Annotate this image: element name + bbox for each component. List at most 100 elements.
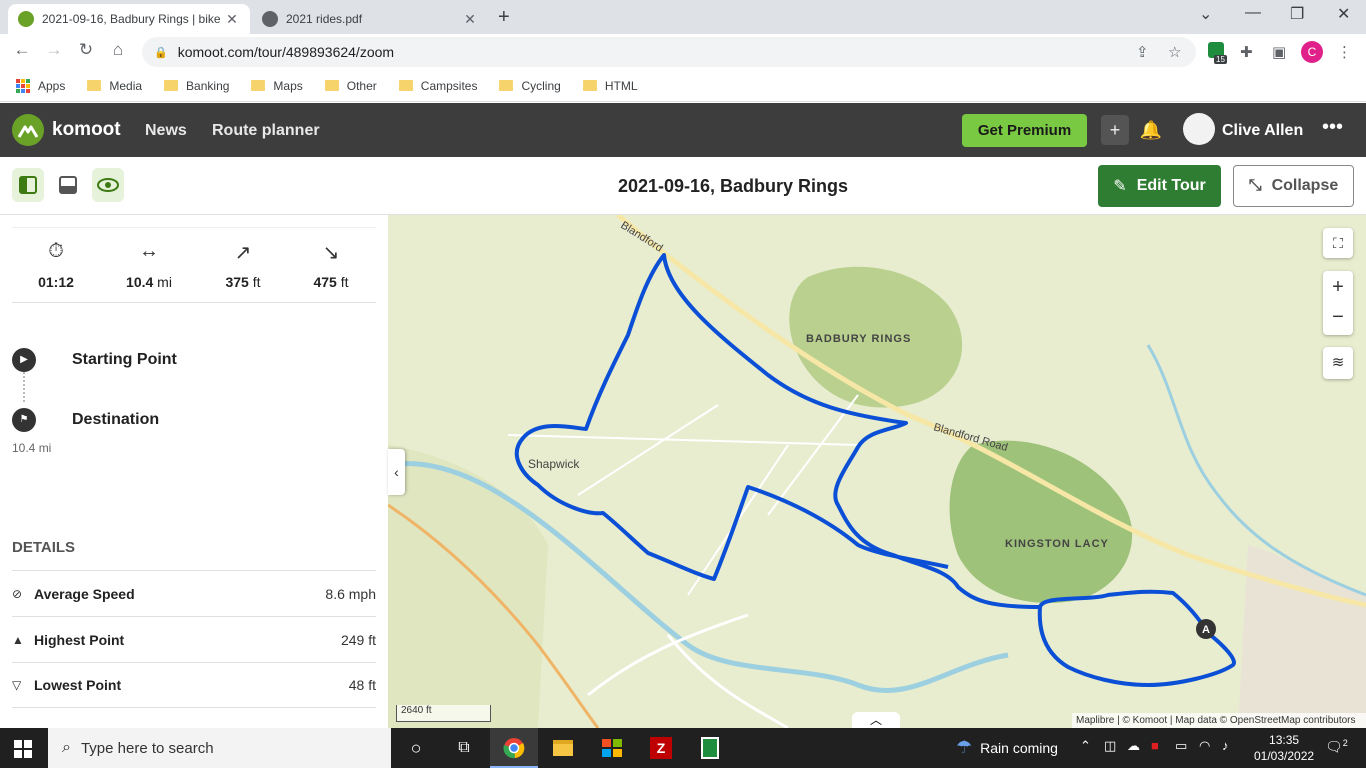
forward-icon[interactable]: → — [42, 40, 66, 60]
profile-avatar[interactable]: C — [1301, 41, 1323, 63]
taskbar-search-input[interactable]: ⌕ Type here to search — [48, 728, 391, 768]
filezilla-icon[interactable]: Z — [647, 734, 675, 762]
edit-tour-button[interactable]: ✎ Edit Tour — [1098, 165, 1221, 207]
tab-komoot[interactable]: 2021-09-16, Badbury Rings | bike ✕ — [8, 4, 250, 34]
bookmark-media[interactable]: Media — [87, 79, 142, 93]
folder-icon — [499, 80, 514, 91]
village-roads — [587, 613, 789, 728]
bookmark-maps[interactable]: Maps — [251, 79, 303, 93]
notifications-bell-icon[interactable]: 🔔 — [1137, 115, 1165, 145]
fit-bounds-icon[interactable]: ⛶ — [1323, 228, 1353, 258]
label-blandford: Blandford — [618, 219, 664, 254]
label-badbury-rings: BADBURY RINGS — [806, 333, 911, 345]
map-canvas[interactable]: A BADBURY RINGS KINGSTON LACY Shapwick B… — [388, 215, 1366, 728]
clock[interactable]: 13:35 01/03/2022 — [1254, 732, 1314, 764]
bookmark-campsites[interactable]: Campsites — [398, 79, 477, 93]
red-app-icon[interactable]: ■ — [1151, 738, 1159, 753]
file-explorer-icon[interactable] — [549, 734, 577, 762]
globe-icon — [262, 11, 278, 27]
komoot-header: komoot News Route planner Get Premium + … — [0, 103, 1366, 157]
detail-lowest-point: ▽ Lowest Point 48 ft — [12, 662, 376, 708]
finish-flag-icon: ⚑ — [12, 408, 36, 432]
user-avatar[interactable] — [1183, 113, 1215, 145]
bookmark-other[interactable]: Other — [324, 79, 377, 93]
apps-grid-icon — [16, 78, 30, 93]
expand-chevron-icon[interactable]: ︿ — [852, 712, 900, 728]
task-view-icon[interactable]: ⧉ — [450, 734, 478, 762]
kingston-lacy-woodland — [949, 440, 1133, 603]
collapse-button[interactable]: ⤡ Collapse — [1233, 165, 1354, 207]
camera-icon[interactable]: ◫ — [1104, 738, 1116, 754]
address-bar[interactable]: 🔒 komoot.com/tour/489893624/zoom — [142, 37, 1196, 67]
tour-toolbar: 2021-09-16, Badbury Rings ✎ Edit Tour ⤡ … — [0, 157, 1366, 215]
more-menu-icon[interactable]: ••• — [1322, 116, 1343, 139]
taskbar-search-placeholder: Type here to search — [80, 739, 214, 757]
destination-label[interactable]: Destination — [72, 411, 159, 429]
share-icon[interactable]: ⇪ — [1136, 43, 1149, 61]
nav-route-planner[interactable]: Route planner — [212, 122, 320, 140]
collapse-panel-chevron-icon[interactable]: ‹ — [388, 449, 405, 495]
tab-pdf[interactable]: 2021 rides.pdf ✕ — [252, 4, 488, 34]
destination-distance: 10.4 mi — [12, 441, 52, 455]
zoom-out-icon[interactable]: − — [1323, 303, 1353, 335]
triangle-down-icon: ▽ — [12, 678, 22, 692]
komoot-favicon-icon — [18, 11, 34, 27]
volume-icon[interactable]: ♪ — [1222, 738, 1229, 753]
extensions-icon[interactable]: ✚ — [1240, 43, 1253, 61]
bookmark-banking[interactable]: Banking — [164, 79, 229, 93]
restore-icon[interactable]: ❐ — [1290, 4, 1304, 24]
folder-icon — [398, 80, 413, 91]
komoot-brand[interactable]: komoot — [52, 119, 121, 141]
home-icon[interactable]: ⌂ — [106, 40, 130, 60]
windows-start-icon[interactable] — [14, 740, 32, 758]
browser-toolbar: ← → ↻ ⌂ 🔒 komoot.com/tour/489893624/zoom… — [0, 34, 1366, 70]
close-tab-icon[interactable]: ✕ — [224, 11, 240, 28]
onedrive-cloud-icon[interactable]: ☁ — [1127, 738, 1140, 754]
nav-news[interactable]: News — [145, 122, 187, 140]
tour-stats: ⏱ 01:12 ↔ 10.4 mi ↗ 375 ft ↘ 475 ft — [12, 227, 376, 303]
wifi-icon[interactable]: ◠ — [1199, 738, 1210, 754]
cortana-icon[interactable]: ○ — [402, 734, 430, 762]
stat-downhill: ↘ 475 ft — [286, 240, 376, 290]
map-scale: 2640 ft — [396, 705, 491, 722]
starting-point-label[interactable]: Starting Point — [72, 351, 177, 369]
user-name[interactable]: Clive Allen — [1222, 122, 1303, 140]
stat-uphill: ↗ 375 ft — [198, 240, 288, 290]
field-west — [388, 445, 548, 728]
search-icon: ⌕ — [62, 739, 71, 756]
start-marker-letter: A — [1202, 624, 1210, 636]
map-attribution[interactable]: Maplibre | © Komoot | Map data © OpenStr… — [1072, 713, 1366, 728]
microsoft-store-icon[interactable] — [598, 734, 626, 762]
back-icon[interactable]: ← — [10, 40, 34, 60]
close-tab-icon[interactable]: ✕ — [462, 11, 478, 28]
minimize-icon[interactable]: — — [1245, 4, 1261, 22]
chrome-menu-icon[interactable]: ⋮ — [1337, 43, 1352, 61]
spreadsheet-icon[interactable] — [696, 734, 724, 762]
folder-icon — [582, 80, 597, 91]
notifications-icon[interactable]: 🗨2 — [1325, 738, 1348, 756]
side-panel-icon[interactable]: ▣ — [1272, 43, 1286, 61]
tray-chevron-icon[interactable]: ⌃ — [1080, 738, 1091, 754]
weather-widget[interactable]: ☂ Rain coming — [956, 737, 1058, 758]
windows-taskbar: ⌕ Type here to search ○ ⧉ Z ☂ Rain comin… — [0, 728, 1366, 768]
close-window-icon[interactable]: ✕ — [1337, 4, 1350, 24]
reload-icon[interactable]: ↻ — [74, 40, 98, 60]
chrome-icon[interactable] — [500, 734, 528, 762]
layers-icon[interactable]: ≋ — [1323, 347, 1353, 379]
bookmark-apps[interactable]: Apps — [16, 78, 65, 93]
extension-badge: 15 — [1214, 55, 1227, 64]
collapse-label: Collapse — [1271, 177, 1339, 194]
create-plus-icon[interactable]: + — [1101, 115, 1129, 145]
tab-search-icon[interactable]: ⌄ — [1199, 4, 1212, 24]
zoom-in-icon[interactable]: + — [1323, 271, 1353, 303]
bookmark-cycling[interactable]: Cycling — [499, 79, 561, 93]
get-premium-button[interactable]: Get Premium — [962, 114, 1087, 147]
bookmark-html[interactable]: HTML — [582, 79, 638, 93]
tour-map[interactable]: A BADBURY RINGS KINGSTON LACY Shapwick B… — [388, 215, 1366, 728]
details-heading: DETAILS — [12, 539, 76, 556]
new-tab-icon[interactable]: + — [498, 6, 510, 29]
tour-sidebar: ⏱ 01:12 ↔ 10.4 mi ↗ 375 ft ↘ 475 ft ▶ St… — [0, 215, 388, 728]
bookmark-star-icon[interactable]: ☆ — [1168, 43, 1181, 61]
komoot-logo-icon[interactable] — [12, 114, 44, 146]
battery-icon[interactable]: ▭ — [1175, 738, 1187, 754]
